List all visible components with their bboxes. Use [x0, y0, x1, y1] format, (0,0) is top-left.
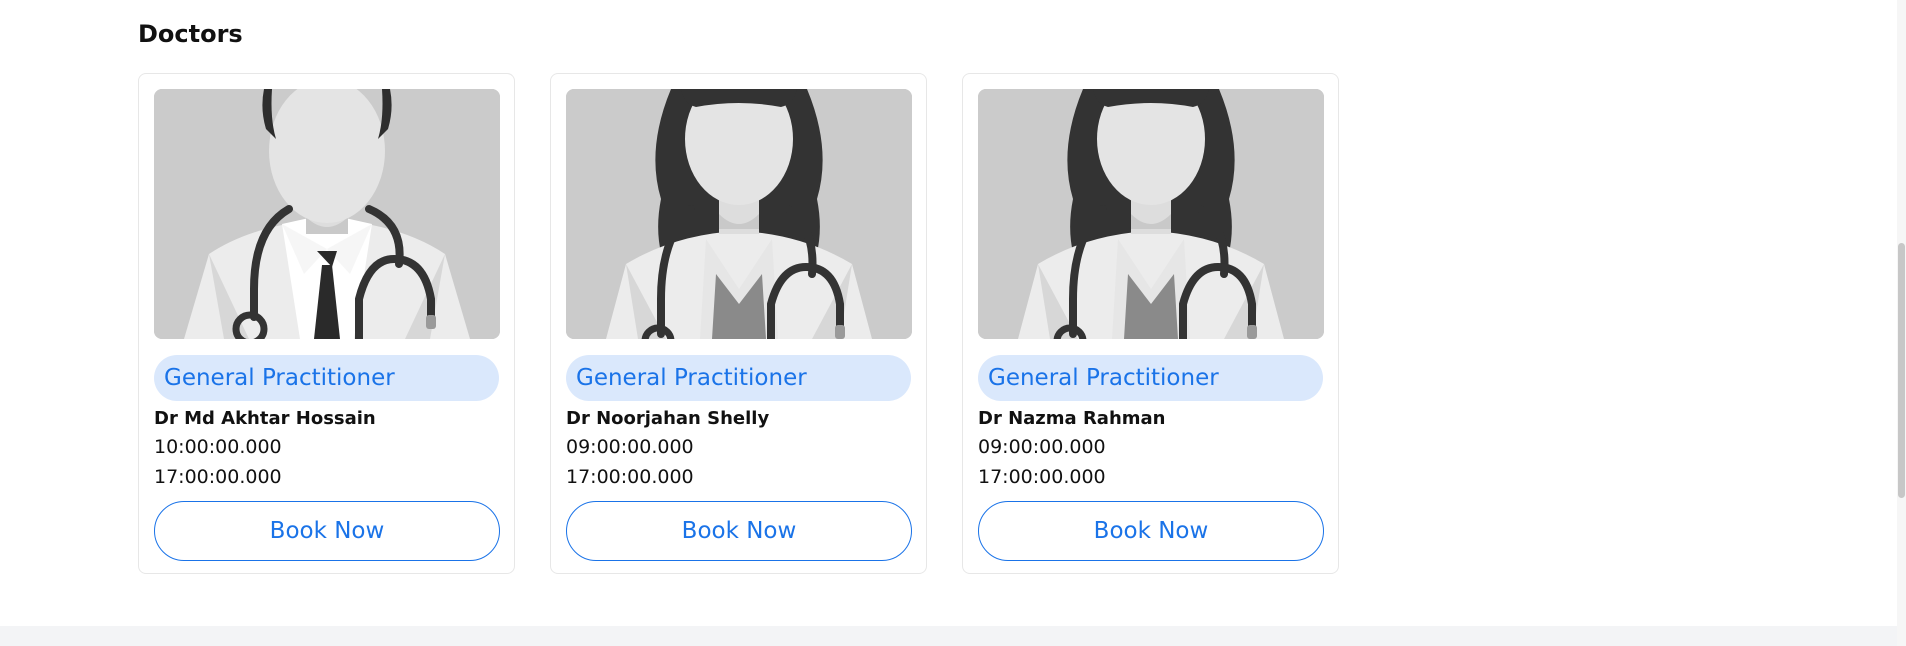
doctor-name: Dr Noorjahan Shelly [566, 408, 770, 429]
doctor-card: General Practitioner Dr Md Akhtar Hossai… [138, 73, 515, 574]
male-doctor-illustration-icon [154, 89, 500, 339]
specialty-badge: General Practitioner [566, 355, 911, 401]
female-doctor-illustration-icon [566, 89, 912, 339]
footer-band [0, 626, 1906, 646]
book-now-button[interactable]: Book Now [154, 501, 500, 561]
book-now-button[interactable]: Book Now [978, 501, 1324, 561]
page: Doctors General Practitioner Dr Md Akhta… [0, 0, 1906, 646]
female-doctor-illustration-icon [978, 89, 1324, 339]
section-title: Doctors [138, 20, 243, 48]
doctor-card: General Practitioner Dr Noorjahan Shelly… [550, 73, 927, 574]
doctor-photo [566, 89, 912, 339]
book-now-button[interactable]: Book Now [566, 501, 912, 561]
specialty-badge: General Practitioner [978, 355, 1323, 401]
start-time: 09:00:00.000 [566, 436, 694, 458]
doctor-photo [978, 89, 1324, 339]
doctor-name: Dr Nazma Rahman [978, 408, 1166, 429]
end-time: 17:00:00.000 [566, 466, 694, 488]
end-time: 17:00:00.000 [154, 466, 282, 488]
doctor-photo [154, 89, 500, 339]
doctor-card-list: General Practitioner Dr Md Akhtar Hossai… [138, 73, 1339, 574]
end-time: 17:00:00.000 [978, 466, 1106, 488]
start-time: 10:00:00.000 [154, 436, 282, 458]
doctor-name: Dr Md Akhtar Hossain [154, 408, 376, 429]
start-time: 09:00:00.000 [978, 436, 1106, 458]
specialty-badge: General Practitioner [154, 355, 499, 401]
doctor-card: General Practitioner Dr Nazma Rahman 09:… [962, 73, 1339, 574]
scrollbar[interactable] [1897, 0, 1906, 646]
scrollbar-thumb[interactable] [1898, 243, 1905, 498]
